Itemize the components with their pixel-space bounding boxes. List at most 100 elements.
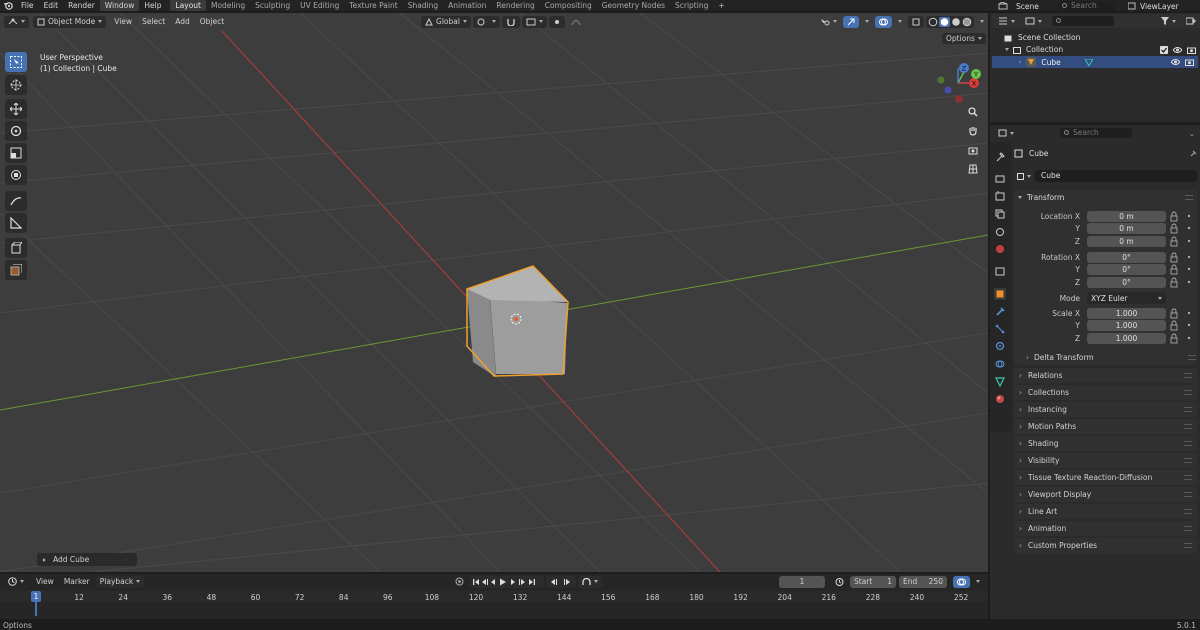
camera-view-button[interactable] bbox=[965, 142, 981, 158]
cursor-tool[interactable] bbox=[5, 75, 27, 95]
rotation-x-field[interactable]: 0° bbox=[1087, 252, 1166, 263]
tab-animation[interactable]: Animation bbox=[443, 0, 491, 11]
menu-help[interactable]: Help bbox=[139, 0, 166, 11]
blender-logo-icon[interactable] bbox=[3, 1, 13, 10]
scene-icon[interactable] bbox=[998, 2, 1008, 10]
viewlayer-icon[interactable] bbox=[1128, 2, 1136, 10]
perspective-toggle-button[interactable] bbox=[965, 161, 981, 177]
properties-editor-type-button[interactable] bbox=[994, 127, 1018, 139]
add-mesh-tool[interactable] bbox=[5, 260, 27, 280]
tab-geometry-nodes[interactable]: Geometry Nodes bbox=[597, 0, 670, 11]
visibility-panel[interactable]: › Visibility bbox=[1014, 453, 1197, 468]
start-frame-field[interactable]: Start 1 bbox=[850, 575, 896, 588]
tab-layout[interactable]: Layout bbox=[170, 0, 206, 11]
select-box-tool[interactable] bbox=[5, 52, 27, 72]
lock-icons[interactable] bbox=[1170, 211, 1178, 346]
rotation-z-field[interactable]: 0° bbox=[1087, 277, 1166, 288]
transform-tool[interactable] bbox=[5, 165, 27, 185]
expand-chevron-icon[interactable]: › bbox=[1019, 59, 1021, 66]
material-tab-icon[interactable] bbox=[994, 393, 1006, 405]
auto-keying-button[interactable] bbox=[451, 576, 468, 588]
timeline-display-dropdown[interactable] bbox=[972, 576, 984, 588]
snap-toggle-button[interactable] bbox=[501, 15, 520, 28]
tab-uv-editing[interactable]: UV Editing bbox=[295, 0, 344, 11]
mode-dropdown[interactable]: Object Mode bbox=[33, 15, 107, 28]
scene-search-field[interactable]: Search bbox=[1058, 1, 1116, 11]
properties-options-icon[interactable]: ⌄ bbox=[1189, 129, 1195, 138]
pivot-point-button[interactable] bbox=[472, 15, 500, 28]
motion-paths-panel[interactable]: › Motion Paths bbox=[1014, 419, 1197, 434]
data-tab-icon[interactable] bbox=[994, 376, 1006, 388]
scale-tool[interactable] bbox=[5, 143, 27, 163]
proportional-falloff-button[interactable] bbox=[567, 16, 585, 28]
location-y-field[interactable]: 0 m bbox=[1087, 223, 1166, 234]
menu-view[interactable]: View bbox=[110, 16, 136, 28]
menu-window[interactable]: Window bbox=[99, 0, 140, 11]
transform-orientation-dropdown[interactable]: Global bbox=[421, 15, 471, 28]
tab-texture-paint[interactable]: Texture Paint bbox=[344, 0, 402, 11]
timeline-menu-marker[interactable]: Marker bbox=[60, 576, 94, 588]
menu-select[interactable]: Select bbox=[138, 15, 170, 28]
pin-icon[interactable] bbox=[1189, 150, 1197, 158]
use-preview-range-button[interactable] bbox=[831, 576, 848, 588]
tab-rendering[interactable]: Rendering bbox=[491, 0, 539, 11]
overlays-dropdown[interactable] bbox=[894, 16, 906, 28]
options-dropdown[interactable]: Options bbox=[942, 33, 986, 44]
menu-edit[interactable]: Edit bbox=[39, 0, 64, 11]
outliner-search-field[interactable] bbox=[1052, 16, 1114, 26]
proportional-edit-button[interactable] bbox=[548, 15, 565, 28]
menu-object[interactable]: Object bbox=[196, 16, 228, 28]
rotate-tool[interactable] bbox=[5, 121, 27, 141]
3d-viewport[interactable] bbox=[0, 13, 988, 572]
collections-panel[interactable]: › Collections bbox=[1014, 385, 1197, 400]
timeline-menu-view[interactable]: View bbox=[32, 576, 58, 588]
xray-toggle-button[interactable] bbox=[908, 15, 924, 28]
tab-modeling[interactable]: Modeling bbox=[206, 0, 250, 11]
timeline-editor-type-button[interactable] bbox=[4, 576, 28, 588]
overlays-toggle-button[interactable] bbox=[875, 15, 892, 28]
tab-compositing[interactable]: Compositing bbox=[540, 0, 597, 11]
scale-y-field[interactable]: 1.000 bbox=[1087, 320, 1166, 331]
instancing-panel[interactable]: › Instancing bbox=[1014, 402, 1197, 417]
outliner-row-collection[interactable]: Collection bbox=[1004, 44, 1200, 55]
panel-drag-handle[interactable] bbox=[1185, 194, 1193, 200]
measure-tool[interactable] bbox=[5, 213, 27, 233]
animation-panel[interactable]: › Animation bbox=[1014, 521, 1197, 536]
current-frame-field[interactable]: 1 bbox=[779, 575, 825, 588]
delta-transform-subpanel[interactable]: › Delta Transform bbox=[1026, 352, 1196, 363]
tool-tab-icon[interactable] bbox=[994, 151, 1006, 163]
playhead[interactable]: 1 bbox=[31, 591, 41, 602]
constraints-tab-icon[interactable] bbox=[994, 358, 1006, 370]
shading-options-dropdown[interactable] bbox=[976, 16, 988, 28]
timeline-track-area[interactable] bbox=[0, 602, 988, 616]
object-datablock-field[interactable]: Cube bbox=[1035, 170, 1197, 182]
editor-type-button[interactable] bbox=[4, 15, 29, 28]
outliner-row-scene-collection[interactable]: Scene Collection bbox=[1004, 32, 1200, 43]
add-cube-tool[interactable] bbox=[5, 238, 27, 258]
timeline-display-button[interactable] bbox=[953, 575, 970, 588]
gizmo-toggle-button[interactable] bbox=[843, 15, 859, 28]
custom-properties-panel[interactable]: › Custom Properties bbox=[1014, 538, 1197, 553]
outliner-display-mode-button[interactable] bbox=[1021, 15, 1046, 27]
shading-panel[interactable]: › Shading bbox=[1014, 436, 1197, 451]
viewport-display-panel[interactable]: › Viewport Display bbox=[1014, 487, 1197, 502]
end-frame-field[interactable]: End 250 bbox=[899, 575, 947, 588]
properties-search-field[interactable]: Search bbox=[1060, 128, 1132, 138]
move-tool[interactable] bbox=[5, 99, 27, 119]
output-tab-icon[interactable] bbox=[994, 190, 1006, 202]
rotation-mode-dropdown[interactable]: XYZ Euler bbox=[1087, 292, 1166, 304]
transform-panel-header[interactable]: Transform bbox=[1018, 192, 1193, 202]
menu-render[interactable]: Render bbox=[63, 0, 100, 11]
scale-z-field[interactable]: 1.000 bbox=[1087, 333, 1166, 344]
tissue-panel[interactable]: › Tissue Texture Reaction-Diffusion bbox=[1014, 470, 1197, 485]
gizmo-dropdown[interactable] bbox=[861, 16, 873, 28]
viewlayer-name[interactable]: ViewLayer bbox=[1140, 2, 1179, 11]
last-operator-panel[interactable]: Add Cube bbox=[37, 553, 137, 566]
keyframe-dots[interactable] bbox=[1185, 211, 1193, 346]
scale-x-field[interactable]: 1.000 bbox=[1087, 308, 1166, 319]
playback-dropdown[interactable]: Playback bbox=[95, 575, 145, 588]
outliner-filter-button[interactable] bbox=[1157, 15, 1180, 27]
zoom-view-button[interactable] bbox=[965, 104, 981, 120]
playback-controls[interactable] bbox=[470, 575, 545, 588]
add-workspace-button[interactable]: + bbox=[713, 0, 729, 11]
